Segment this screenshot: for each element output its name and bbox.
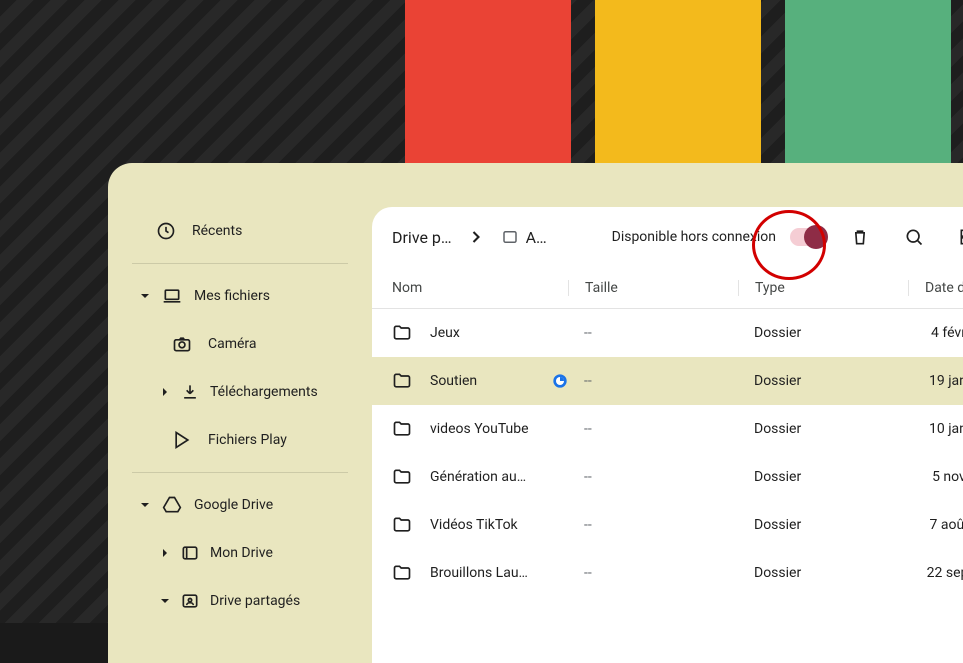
file-date: 19 janv. 2 <box>908 373 963 389</box>
folder-icon <box>392 563 412 583</box>
breadcrumb-root[interactable]: Drive p… <box>392 228 452 247</box>
file-size: -- <box>568 421 738 437</box>
folder-icon <box>392 323 412 343</box>
sidebar-label: Récents <box>192 223 242 239</box>
sidebar-group-google-drive[interactable]: Google Drive <box>124 481 372 529</box>
play-icon <box>172 430 192 450</box>
toggle-knob <box>804 225 828 249</box>
table-row[interactable]: Génération au… --Dossier5 nov. 20 <box>372 453 963 501</box>
file-date: 4 févr. 20 <box>908 325 963 341</box>
sidebar-item-camera[interactable]: Caméra <box>124 320 372 368</box>
file-name: videos YouTube <box>430 421 529 437</box>
arrow-right-icon <box>160 387 170 397</box>
table-row[interactable]: videos YouTube --Dossier10 janv. 2 <box>372 405 963 453</box>
file-name: Jeux <box>430 325 460 341</box>
file-date: 22 sept. 2 <box>908 565 963 581</box>
shared-drive-small-icon <box>500 227 520 247</box>
download-icon <box>180 382 200 402</box>
divider <box>132 263 348 264</box>
divider <box>132 472 348 473</box>
bar-red <box>405 0 571 164</box>
sidebar-item-my-drive[interactable]: Mon Drive <box>124 529 372 577</box>
file-name: Soutien <box>430 373 477 389</box>
table-row[interactable]: Jeux --Dossier4 févr. 20 <box>372 309 963 357</box>
sync-icon <box>552 373 568 389</box>
sidebar-group-my-files[interactable]: Mes fichiers <box>124 272 372 320</box>
file-size: -- <box>568 565 738 581</box>
arrow-right-icon <box>160 548 170 558</box>
table-row[interactable]: Soutien --Dossier19 janv. 2 <box>372 357 963 405</box>
toolbar: Drive p… A… Disponible hors connexion <box>372 207 963 267</box>
file-list: Jeux--Dossier4 févr. 20Soutien--Dossier1… <box>372 309 963 597</box>
file-size: -- <box>568 517 738 533</box>
breadcrumb-current-label: A… <box>526 228 547 247</box>
sidebar-label: Mon Drive <box>210 545 273 561</box>
desktop-color-bars <box>405 0 951 164</box>
chevron-right-icon <box>466 227 486 247</box>
main-panel: Drive p… A… Disponible hors connexion <box>372 207 963 663</box>
file-type: Dossier <box>738 373 908 389</box>
file-type: Dossier <box>738 565 908 581</box>
offline-toggle-label: Disponible hors connexion <box>612 229 776 245</box>
sidebar-item-downloads[interactable]: Téléchargements <box>124 368 372 416</box>
laptop-icon <box>162 286 182 306</box>
folder-icon <box>392 467 412 487</box>
folder-icon <box>392 419 412 439</box>
column-type[interactable]: Type <box>738 280 908 296</box>
file-type: Dossier <box>738 421 908 437</box>
file-date: 10 janv. 2 <box>908 421 963 437</box>
file-size: -- <box>568 373 738 389</box>
file-name: Brouillons Lau… <box>430 565 528 581</box>
file-size: -- <box>568 469 738 485</box>
bar-green <box>785 0 951 164</box>
arrow-down-icon <box>160 596 170 606</box>
file-name: Génération au… <box>430 469 526 485</box>
column-name[interactable]: Nom <box>392 280 568 296</box>
drive-icon <box>162 495 182 515</box>
sidebar-label: Drive partagés <box>210 593 300 609</box>
column-size[interactable]: Taille <box>568 280 738 296</box>
delete-button[interactable] <box>840 217 880 257</box>
sidebar-label: Téléchargements <box>210 384 318 400</box>
sidebar-item-play-files[interactable]: Fichiers Play <box>124 416 372 464</box>
table-header: Nom Taille Type Date de m <box>372 267 963 309</box>
sidebar-label: Caméra <box>208 336 257 352</box>
sidebar-item-shared-drives[interactable]: Drive partagés <box>124 577 372 625</box>
arrow-down-icon <box>140 500 150 510</box>
files-app-window: Récents Mes fichiers Caméra <box>108 163 963 663</box>
sidebar-label: Google Drive <box>194 497 273 513</box>
folder-icon <box>392 515 412 535</box>
file-type: Dossier <box>738 325 908 341</box>
folder-icon <box>392 371 412 391</box>
clock-icon <box>156 221 176 241</box>
file-size: -- <box>568 325 738 341</box>
sidebar-label: Fichiers Play <box>208 432 287 448</box>
file-date: 7 août 20 <box>908 517 963 533</box>
column-date[interactable]: Date de m <box>908 280 963 296</box>
shared-drive-icon <box>180 591 200 611</box>
grid-view-button[interactable] <box>948 217 963 257</box>
camera-icon <box>172 334 192 354</box>
sidebar-label: Mes fichiers <box>194 288 270 304</box>
file-type: Dossier <box>738 517 908 533</box>
file-type: Dossier <box>738 469 908 485</box>
arrow-down-icon <box>140 291 150 301</box>
breadcrumb-current[interactable]: A… <box>500 227 547 247</box>
bar-yellow <box>595 0 761 164</box>
offline-toggle[interactable] <box>790 228 826 246</box>
my-drive-icon <box>180 543 200 563</box>
search-button[interactable] <box>894 217 934 257</box>
table-row[interactable]: Vidéos TikTok --Dossier7 août 20 <box>372 501 963 549</box>
file-name: Vidéos TikTok <box>430 517 518 533</box>
file-date: 5 nov. 20 <box>908 469 963 485</box>
sidebar-item-recents[interactable]: Récents <box>124 207 372 255</box>
table-row[interactable]: Brouillons Lau… --Dossier22 sept. 2 <box>372 549 963 597</box>
sidebar: Récents Mes fichiers Caméra <box>108 207 372 663</box>
